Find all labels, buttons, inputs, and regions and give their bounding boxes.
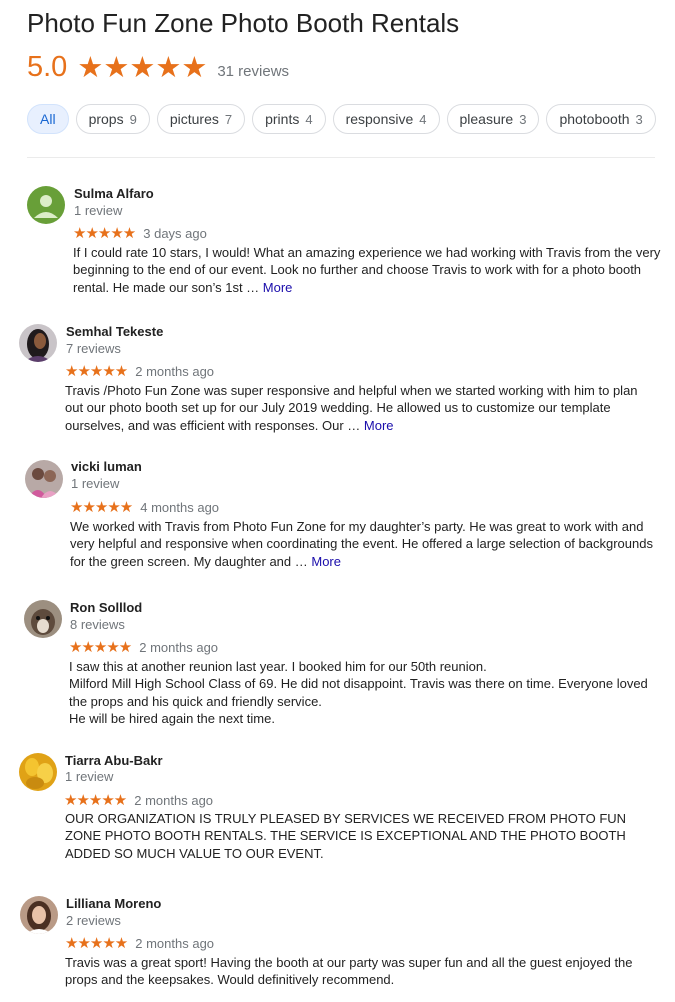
review-text: I saw this at another reunion last year.… [69, 659, 648, 727]
chip-count: 4 [305, 111, 313, 127]
reviewer-name[interactable]: Tiarra Abu-Bakr [65, 753, 163, 768]
filter-chip-all[interactable]: All [27, 104, 69, 134]
reviewer-review-count: 1 review [65, 769, 114, 784]
avatar-photo-icon[interactable] [24, 600, 62, 638]
divider [27, 157, 655, 158]
filter-chip-pictures[interactable]: pictures 7 [156, 104, 246, 134]
avatar-photo-icon[interactable] [20, 896, 58, 934]
reviewer-name[interactable]: vicki luman [71, 459, 142, 474]
review-rating: ★★★★★ 2 months ago [65, 362, 214, 380]
chip-label: props [88, 111, 124, 127]
review-rating: ★★★★★ 4 months ago [70, 498, 219, 516]
review-stars: ★★★★★ [65, 935, 128, 952]
chip-count: 4 [419, 111, 427, 127]
review-date: 4 months ago [140, 499, 220, 515]
rating-stars: ★★★★★ [77, 51, 208, 84]
reviewer-review-count: 1 review [71, 476, 120, 491]
filter-chip-prints[interactable]: prints 4 [252, 104, 326, 134]
review-date: 2 months ago [135, 935, 215, 951]
chip-label: pleasure [459, 111, 514, 127]
review-body: If I could rate 10 stars, I would! What … [73, 245, 661, 295]
filter-chip-photobooth[interactable]: photobooth 3 [546, 104, 656, 134]
reviewer-name[interactable]: Semhal Tekeste [66, 324, 163, 339]
chip-count: 3 [519, 111, 527, 127]
reviewer-review-count: 1 review [74, 203, 123, 218]
review-stars: ★★★★★ [73, 225, 136, 242]
review-body: We worked with Travis from Photo Fun Zon… [70, 519, 653, 569]
review-text: If I could rate 10 stars, I would! What … [73, 244, 663, 296]
filter-chip-pleasure[interactable]: pleasure 3 [446, 104, 540, 134]
chip-label: photobooth [559, 111, 630, 127]
reviews-count-link[interactable]: 31 reviews [217, 55, 289, 80]
chip-label: responsive [345, 111, 414, 127]
review-rating: ★★★★★ 2 months ago [64, 791, 213, 809]
chip-label: prints [265, 111, 300, 127]
avatar-default-icon[interactable] [27, 186, 65, 224]
review-stars: ★★★★★ [64, 792, 127, 809]
business-title: Photo Fun Zone Photo Booth Rentals [27, 8, 460, 38]
review-body: Travis /Photo Fun Zone was super respons… [65, 383, 638, 433]
reviewer-name[interactable]: Sulma Alfaro [74, 186, 154, 201]
more-link[interactable]: More [263, 280, 293, 295]
review-rating: ★★★★★ 2 months ago [65, 934, 214, 952]
chip-count: 3 [635, 111, 643, 127]
reviewer-review-count: 7 reviews [66, 341, 121, 356]
reviewer-name[interactable]: Lilliana Moreno [66, 896, 161, 911]
chip-count: 7 [224, 111, 233, 127]
avatar-photo-icon[interactable] [25, 460, 63, 498]
avatar-photo-icon[interactable] [19, 324, 57, 362]
chip-label: pictures [169, 111, 219, 127]
rating-summary: 5.0 ★★★★★ 31 reviews [27, 50, 289, 84]
review-text: Travis /Photo Fun Zone was super respons… [65, 382, 655, 434]
review-date: 2 months ago [139, 639, 219, 655]
review-text: We worked with Travis from Photo Fun Zon… [70, 518, 660, 570]
filter-chip-props[interactable]: props 9 [75, 104, 150, 134]
avatar-photo-icon[interactable] [19, 753, 57, 791]
review-rating: ★★★★★ 2 months ago [69, 638, 218, 656]
review-text: OUR ORGANIZATION IS TRULY PLEASED BY SER… [65, 811, 627, 861]
review-stars: ★★★★★ [69, 639, 132, 656]
review-date: 2 months ago [135, 363, 215, 379]
review-date: 2 months ago [134, 792, 214, 808]
review-text: Travis was a great sport! Having the boo… [65, 955, 633, 988]
review-date: 3 days ago [143, 225, 207, 241]
review-stars: ★★★★★ [70, 499, 133, 516]
reviewer-review-count: 8 reviews [70, 617, 125, 632]
review-rating: ★★★★★ 3 days ago [73, 224, 207, 242]
filter-chip-responsive[interactable]: responsive 4 [332, 104, 440, 134]
filter-chips: All props 9 pictures 7 prints 4 responsi… [27, 104, 656, 136]
review-stars: ★★★★★ [65, 363, 128, 380]
more-link[interactable]: More [364, 418, 394, 433]
chip-label: All [40, 111, 56, 127]
reviewer-review-count: 2 reviews [66, 913, 121, 928]
chip-count: 9 [129, 111, 137, 127]
reviewer-name[interactable]: Ron Solllod [70, 600, 142, 615]
rating-score: 5.0 [27, 50, 68, 83]
more-link[interactable]: More [311, 554, 341, 569]
